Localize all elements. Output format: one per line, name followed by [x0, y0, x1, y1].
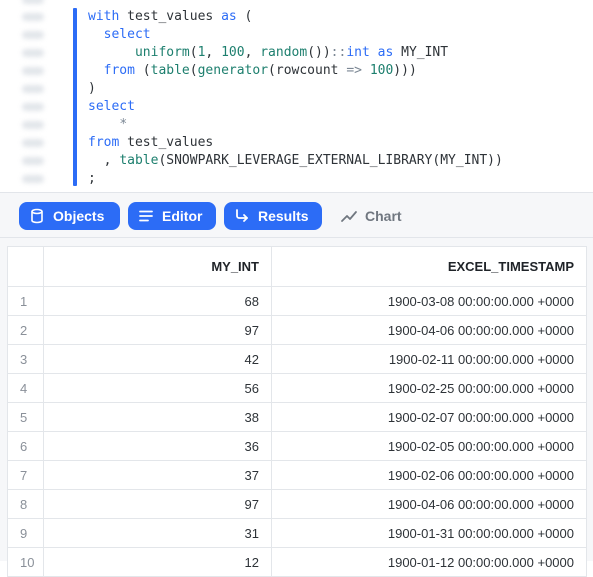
cell-my-int[interactable]: 97 [43, 489, 272, 519]
cell-my-int[interactable]: 12 [43, 547, 272, 577]
code-keyword: from [88, 135, 120, 150]
code-function: generator [197, 63, 269, 78]
row-number: 9 [7, 518, 44, 548]
return-arrow-icon [236, 209, 248, 222]
code-operator: => [346, 63, 362, 78]
code-keyword: select [103, 27, 151, 42]
code-keyword: select [88, 99, 135, 114]
code-keyword: from [103, 63, 135, 78]
code-number: 100 [221, 45, 245, 60]
cell-my-int[interactable]: 36 [43, 431, 272, 461]
code-number: 100 [369, 63, 394, 78]
cell-excel-timestamp[interactable]: 1900-01-31 00:00:00.000 +0000 [271, 518, 587, 548]
column-header-my-int[interactable]: MY_INT [43, 246, 272, 287]
cell-my-int[interactable]: 68 [43, 286, 272, 316]
cell-excel-timestamp[interactable]: 1900-04-06 00:00:00.000 +0000 [271, 489, 587, 519]
code-function: random [260, 45, 308, 60]
results-button-label: Results [258, 208, 309, 224]
code-line: , table(SNOWPARK_LEVERAGE_EXTERNAL_LIBRA… [88, 153, 503, 168]
table-row[interactable]: 5 38 1900-02-07 00:00:00.000 +0000 [7, 402, 587, 432]
cell-my-int[interactable]: 37 [43, 460, 272, 490]
row-number: 8 [7, 489, 44, 519]
cell-excel-timestamp[interactable]: 1900-02-05 00:00:00.000 +0000 [271, 431, 587, 461]
code-line: select [88, 27, 151, 42]
code-keyword: with [88, 9, 120, 24]
code-line: ) [88, 81, 96, 96]
database-icon [31, 208, 43, 224]
cell-excel-timestamp[interactable]: 1900-02-25 00:00:00.000 +0000 [271, 373, 587, 403]
code-line: uniform(1, 100, random())::int as MY_INT [134, 45, 449, 60]
row-number: 10 [7, 547, 44, 577]
table-row[interactable]: 10 12 1900-01-12 00:00:00.000 +0000 [7, 547, 587, 577]
table-row[interactable]: 8 97 1900-04-06 00:00:00.000 +0000 [7, 489, 587, 519]
code-line: with test_values as ( [88, 9, 253, 24]
panel-toolbar: Objects Editor Results Chart [0, 192, 593, 238]
objects-button[interactable]: Objects [19, 202, 120, 230]
table-row[interactable]: 9 31 1900-01-31 00:00:00.000 +0000 [7, 518, 587, 548]
code-operator: * [119, 117, 128, 132]
objects-button-label: Objects [53, 208, 105, 224]
cell-excel-timestamp[interactable]: 1900-02-07 00:00:00.000 +0000 [271, 402, 587, 432]
table-row[interactable]: 3 42 1900-02-11 00:00:00.000 +0000 [7, 344, 587, 374]
code-keyword: as [377, 45, 394, 60]
table-row[interactable]: 6 36 1900-02-05 00:00:00.000 +0000 [7, 431, 587, 461]
cell-excel-timestamp[interactable]: 1900-02-11 00:00:00.000 +0000 [271, 344, 587, 374]
code-function: table [150, 63, 190, 78]
active-statement-indicator [73, 8, 77, 186]
row-number: 6 [7, 431, 44, 461]
table-row[interactable]: 7 37 1900-02-06 00:00:00.000 +0000 [7, 460, 587, 490]
code-line: select [88, 99, 135, 114]
cell-my-int[interactable]: 56 [43, 373, 272, 403]
chart-button-label: Chart [365, 208, 402, 224]
table-row[interactable]: 1 68 1900-03-08 00:00:00.000 +0000 [7, 286, 587, 316]
code-line: * [88, 117, 127, 132]
code-number: 1 [197, 45, 206, 60]
code-keyword: int [346, 45, 370, 60]
cell-excel-timestamp[interactable]: 1900-02-06 00:00:00.000 +0000 [271, 460, 587, 490]
lines-icon [139, 210, 153, 222]
row-number-header [7, 246, 44, 287]
cell-excel-timestamp[interactable]: 1900-01-12 00:00:00.000 +0000 [271, 547, 587, 577]
results-table: MY_INT EXCEL_TIMESTAMP 1 68 1900-03-08 0… [7, 246, 587, 577]
row-number: 2 [7, 315, 44, 345]
code-function: table [119, 153, 159, 168]
results-button[interactable]: Results [224, 202, 322, 230]
table-row[interactable]: 2 97 1900-04-06 00:00:00.000 +0000 [7, 315, 587, 345]
code-function: uniform [134, 45, 190, 60]
cell-my-int[interactable]: 31 [43, 518, 272, 548]
code-operator: :: [330, 45, 347, 60]
chart-button[interactable]: Chart [340, 202, 402, 230]
row-number: 4 [7, 373, 44, 403]
cell-excel-timestamp[interactable]: 1900-04-06 00:00:00.000 +0000 [271, 315, 587, 345]
row-number: 3 [7, 344, 44, 374]
sql-code[interactable]: with test_values as ( select uniform(1, … [88, 8, 503, 188]
line-number-gutter [18, 0, 48, 192]
column-header-excel-timestamp[interactable]: EXCEL_TIMESTAMP [271, 246, 587, 287]
table-row[interactable]: 4 56 1900-02-25 00:00:00.000 +0000 [7, 373, 587, 403]
cell-my-int[interactable]: 42 [43, 344, 272, 374]
cell-my-int[interactable]: 38 [43, 402, 272, 432]
row-number: 5 [7, 402, 44, 432]
row-number: 7 [7, 460, 44, 490]
editor-button[interactable]: Editor [128, 202, 216, 230]
code-keyword: as [221, 9, 237, 24]
sql-editor[interactable]: with test_values as ( select uniform(1, … [0, 0, 593, 192]
cell-excel-timestamp[interactable]: 1900-03-08 00:00:00.000 +0000 [271, 286, 587, 316]
results-panel: MY_INT EXCEL_TIMESTAMP 1 68 1900-03-08 0… [0, 238, 593, 577]
table-header-row: MY_INT EXCEL_TIMESTAMP [7, 246, 587, 287]
code-line: ; [88, 171, 96, 186]
editor-button-label: Editor [162, 208, 203, 224]
code-line: from test_values [88, 135, 214, 150]
line-chart-icon [341, 211, 357, 222]
cell-my-int[interactable]: 97 [43, 315, 272, 345]
code-line: from (table(generator(rowcount => 100))) [103, 63, 417, 78]
row-number: 1 [7, 286, 44, 316]
